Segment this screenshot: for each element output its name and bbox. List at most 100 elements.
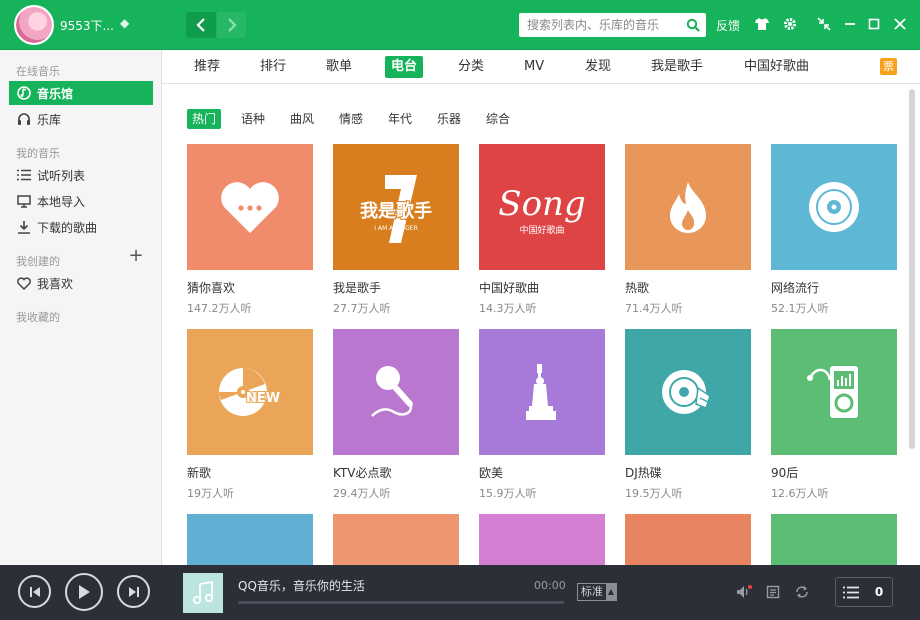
main-tabs: 推荐 排行 歌单 电台 分类 MV 发现 我是歌手 中国好歌曲 (162, 50, 920, 84)
quality-selector[interactable]: 标准 ▲ (577, 583, 617, 601)
radio-card[interactable]: 热歌 71.4万人听 (625, 144, 751, 316)
maximize-icon[interactable] (865, 15, 883, 33)
logo-subtext: I AM A SINGER (374, 225, 418, 232)
radio-card-title[interactable]: 欧美 (479, 464, 605, 481)
tab-i-am-singer[interactable]: 我是歌手 (645, 56, 709, 78)
radio-card[interactable]: 欧美 15.9万人听 (479, 329, 605, 501)
radio-card-title[interactable]: 90后 (771, 464, 897, 481)
radio-card[interactable]: 网络流行 52.1万人听 (771, 144, 897, 316)
sidebar-item-local-import[interactable]: 本地导入 (9, 189, 153, 213)
radio-card[interactable] (771, 514, 897, 565)
radio-card-cover[interactable] (187, 514, 313, 565)
radio-card-cover[interactable] (479, 514, 605, 565)
radio-card-cover[interactable]: NEW (187, 329, 313, 455)
radio-card-title[interactable]: KTV必点歌 (333, 464, 459, 481)
radio-card-cover[interactable]: Song 中国好歌曲 (479, 144, 605, 270)
tab-playlists[interactable]: 歌单 (320, 56, 358, 78)
radio-card[interactable]: 我是歌手 I AM A SINGER 我是歌手 27.7万人听 (333, 144, 459, 316)
radio-card[interactable]: DJ热碟 19.5万人听 (625, 329, 751, 501)
volume-icon[interactable] (735, 583, 753, 601)
username[interactable]: 9553下... (60, 17, 114, 34)
logo-text: Song (498, 184, 585, 224)
subtab-language[interactable]: 语种 (236, 109, 270, 129)
diamond-icon[interactable]: ◆ (120, 16, 134, 30)
sidebar-item-favorites[interactable]: 我喜欢 (9, 271, 153, 295)
next-button[interactable] (117, 575, 150, 608)
radio-card-cover[interactable] (625, 329, 751, 455)
search-input[interactable] (527, 16, 677, 34)
radio-card-listeners: 15.9万人听 (479, 487, 537, 500)
radio-card[interactable] (333, 514, 459, 565)
radio-card-cover[interactable] (771, 329, 897, 455)
sidebar-item-library[interactable]: 乐库 (9, 107, 153, 131)
i-am-singer-logo: 我是歌手 I AM A SINGER (359, 175, 433, 243)
radio-card-cover[interactable] (333, 514, 459, 565)
progress-bar[interactable] (238, 601, 564, 604)
play-button[interactable] (65, 573, 103, 611)
sidebar-item-trial-list[interactable]: 试听列表 (9, 163, 153, 187)
add-playlist-icon[interactable]: + (128, 247, 144, 265)
radio-card-title[interactable]: 猜你喜欢 (187, 279, 313, 296)
previous-button[interactable] (18, 575, 51, 608)
mini-mode-icon[interactable] (815, 15, 833, 33)
user-avatar[interactable] (14, 5, 54, 45)
settings-gear-icon[interactable] (781, 15, 799, 33)
tab-recommend[interactable]: 推荐 (188, 56, 226, 78)
subtab-hot[interactable]: 热门 (187, 109, 222, 129)
radio-card-cover[interactable] (771, 514, 897, 565)
skin-icon[interactable] (753, 15, 771, 33)
subtab-instrument[interactable]: 乐器 (432, 109, 466, 129)
radio-card-title[interactable]: 中国好歌曲 (479, 279, 605, 296)
radio-card-title[interactable]: 热歌 (625, 279, 751, 296)
radio-card-listeners: 147.2万人听 (187, 302, 252, 315)
radio-card-cover[interactable] (625, 514, 751, 565)
tab-radio[interactable]: 电台 (385, 56, 424, 78)
sidebar-item-downloaded[interactable]: 下载的歌曲 (9, 215, 153, 239)
radio-card[interactable]: Song 中国好歌曲 中国好歌曲 14.3万人听 (479, 144, 605, 316)
tab-mv[interactable]: MV (518, 56, 550, 78)
tab-discover[interactable]: 发现 (579, 56, 617, 78)
tab-categories[interactable]: 分类 (452, 56, 490, 78)
feedback-link[interactable]: 反馈 (716, 17, 740, 34)
radio-card-title[interactable]: 网络流行 (771, 279, 897, 296)
radio-card-cover[interactable] (187, 144, 313, 270)
radio-card-title[interactable]: 我是歌手 (333, 279, 459, 296)
subtab-general[interactable]: 综合 (481, 109, 515, 129)
forward-button[interactable] (216, 12, 246, 38)
sidebar-item-label: 我喜欢 (37, 276, 74, 291)
radio-card-title[interactable]: DJ热碟 (625, 464, 751, 481)
tab-good-songs-china[interactable]: 中国好歌曲 (738, 56, 815, 78)
radio-card-title[interactable]: 新歌 (187, 464, 313, 481)
radio-card[interactable] (479, 514, 605, 565)
minimize-icon[interactable] (841, 15, 859, 33)
radio-card-cover[interactable] (479, 329, 605, 455)
album-cover[interactable] (183, 573, 223, 613)
radio-card-listeners: 19.5万人听 (625, 487, 683, 500)
radio-card-cover[interactable] (625, 144, 751, 270)
tab-ranking[interactable]: 排行 (254, 56, 292, 78)
radio-card-cover[interactable]: 我是歌手 I AM A SINGER (333, 144, 459, 270)
radio-card-cover[interactable] (771, 144, 897, 270)
radio-card[interactable]: 90后 12.6万人听 (771, 329, 897, 501)
radio-card[interactable] (625, 514, 751, 565)
subtab-mood[interactable]: 情感 (334, 109, 368, 129)
ticket-icon[interactable]: 票 (880, 58, 897, 75)
lyrics-icon[interactable] (764, 583, 782, 601)
search-icon[interactable] (686, 18, 700, 32)
sidebar-item-label: 乐库 (37, 112, 62, 127)
close-icon[interactable] (891, 15, 909, 33)
sidebar-item-music-hall[interactable]: 音乐馆 (9, 81, 153, 105)
radio-card-cover[interactable] (333, 329, 459, 455)
playlist-icon (836, 586, 866, 599)
subtab-genre[interactable]: 曲风 (285, 109, 319, 129)
radio-card[interactable]: KTV必点歌 29.4万人听 (333, 329, 459, 501)
back-button[interactable] (186, 12, 216, 38)
repeat-icon[interactable] (793, 583, 811, 601)
scrollbar-thumb[interactable] (909, 89, 915, 449)
subtab-decade[interactable]: 年代 (383, 109, 417, 129)
playlist-queue-button[interactable]: 0 (835, 577, 893, 607)
radio-card[interactable]: NEW 新歌 19万人听 (187, 329, 313, 501)
radio-card[interactable] (187, 514, 313, 565)
radio-card[interactable]: 猜你喜欢 147.2万人听 (187, 144, 313, 316)
content-scrollbar[interactable] (906, 85, 920, 565)
